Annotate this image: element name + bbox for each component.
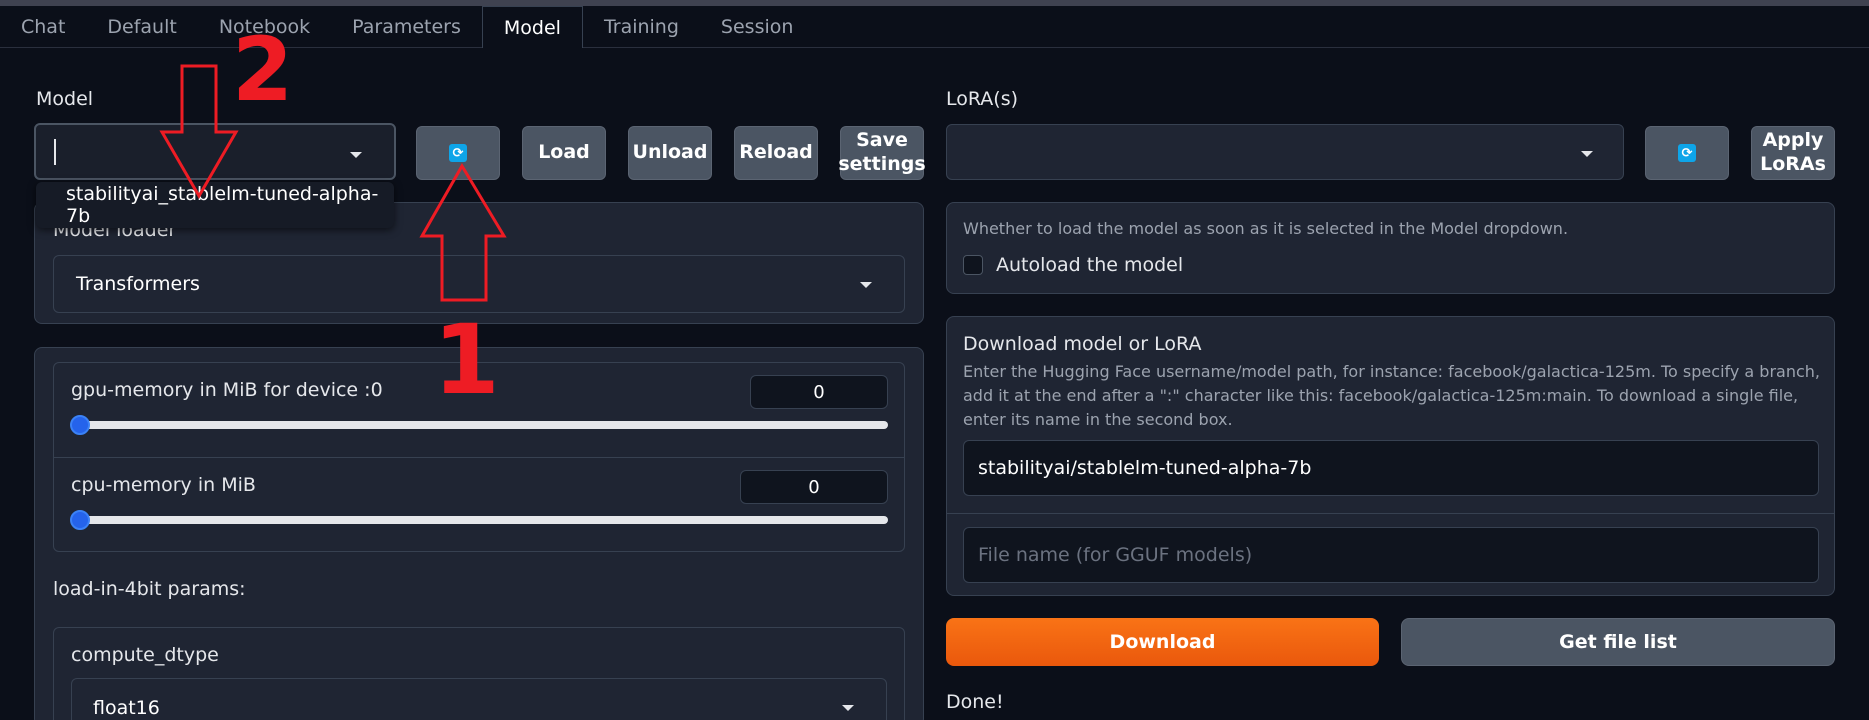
annotation-number-2: 2 [232,18,294,121]
annotation-number-1: 1 [433,304,500,416]
annotation-arrow-up [419,163,507,302]
annotation-arrow-down [159,64,239,199]
